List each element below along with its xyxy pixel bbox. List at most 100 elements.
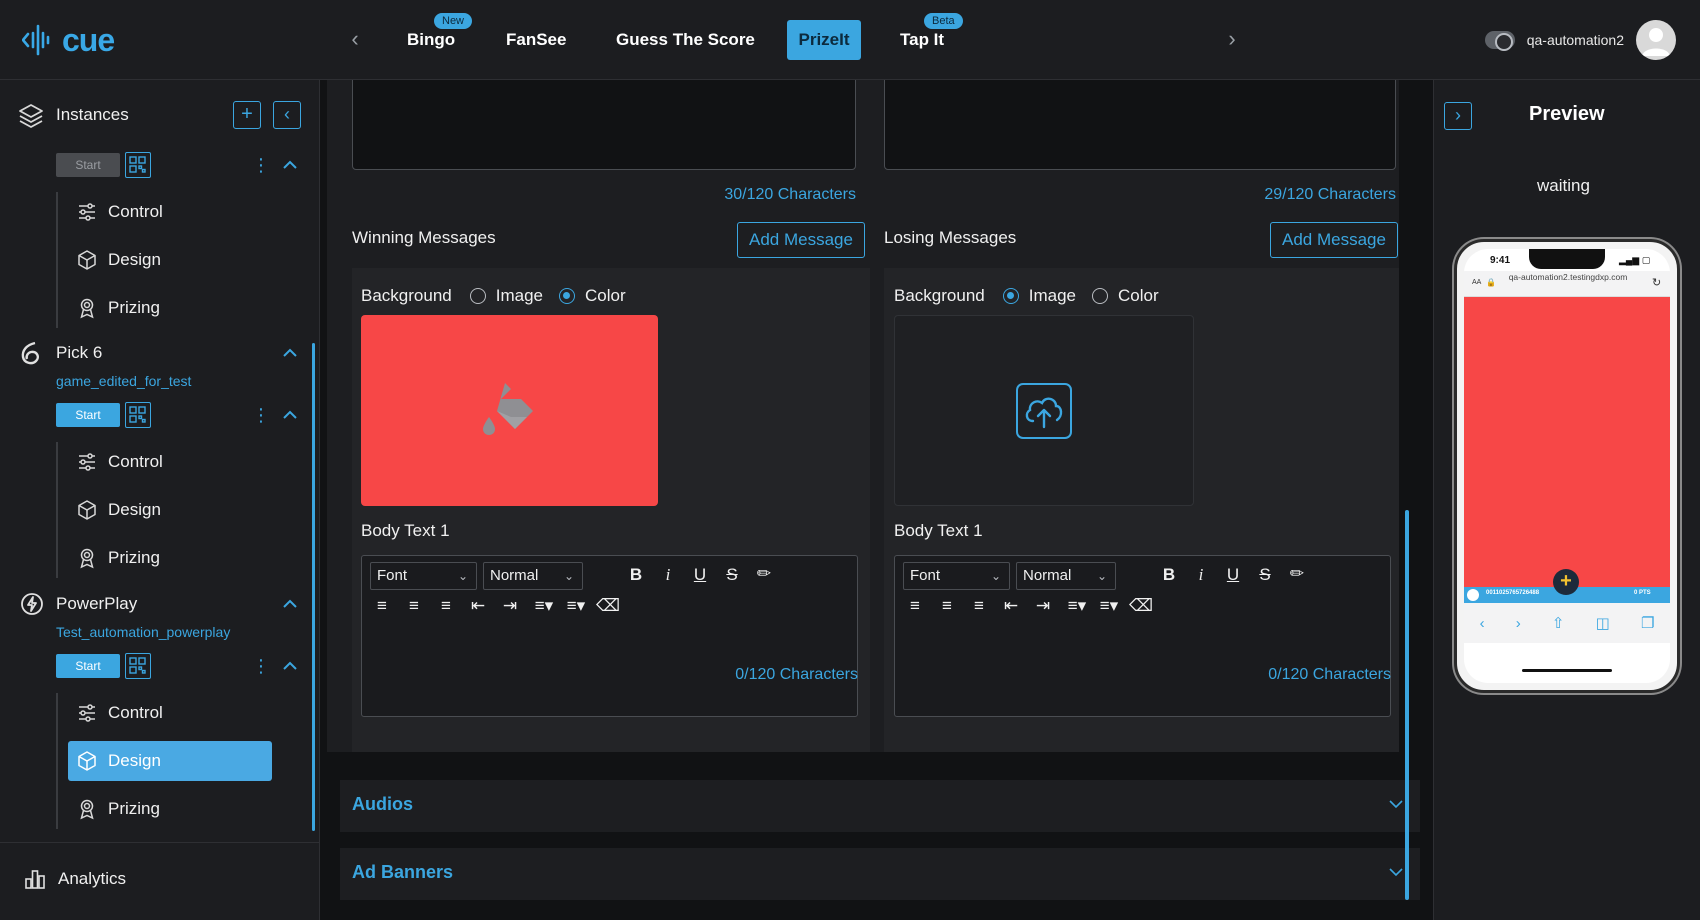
align-center-icon[interactable]: ≡ (402, 596, 426, 616)
phone-plus-button[interactable]: + (1553, 569, 1579, 595)
start-button-disabled[interactable]: Start (56, 153, 120, 177)
menu-design-1[interactable]: Design (68, 240, 272, 280)
underline-icon[interactable]: U (688, 565, 712, 585)
align-left-icon[interactable]: ≡ (903, 596, 927, 616)
size-select[interactable]: Normal ⌄ (483, 562, 583, 590)
tab-tap-it[interactable]: Beta Tap It (886, 13, 963, 60)
background-color-swatch[interactable] (361, 315, 658, 506)
color-radio[interactable] (1091, 288, 1108, 304)
sidebar-scrollbar[interactable] (312, 343, 315, 831)
font-select[interactable]: Font ⌄ (903, 562, 1010, 590)
underline-icon[interactable]: U (1221, 565, 1245, 585)
image-radio[interactable] (469, 288, 486, 304)
tab-bingo[interactable]: New Bingo (393, 13, 473, 60)
menu-prizing-3[interactable]: Prizing (68, 789, 272, 829)
align-center-icon[interactable]: ≡ (935, 596, 959, 616)
menu-label: Prizing (108, 298, 160, 317)
image-upload-area[interactable] (894, 315, 1194, 506)
image-radio[interactable] (1002, 288, 1019, 304)
pick6-icon (21, 341, 39, 365)
color-radio[interactable] (558, 288, 575, 304)
ordered-list-icon[interactable]: ≡▾ (532, 596, 556, 616)
chevron-up-icon[interactable] (280, 405, 300, 425)
chevron-up-icon[interactable] (280, 594, 300, 614)
qr-code-button[interactable] (125, 402, 151, 428)
strikethrough-icon[interactable]: S (720, 565, 744, 585)
bullet-list-icon[interactable]: ≡▾ (1097, 596, 1121, 616)
ad-banners-accordion[interactable]: Ad Banners (340, 848, 1420, 900)
ordered-list-icon[interactable]: ≡▾ (1065, 596, 1089, 616)
user-icon (1642, 28, 1670, 56)
audios-accordion[interactable]: Audios (340, 780, 1420, 832)
italic-icon[interactable]: i (656, 565, 680, 585)
chevron-up-icon[interactable] (280, 656, 300, 676)
analytics-label: Analytics (58, 869, 127, 888)
menu-label: Control (108, 452, 163, 471)
nav-next-arrow[interactable]: › (1218, 26, 1246, 54)
menu-prizing-2[interactable]: Prizing (68, 538, 272, 578)
strikethrough-icon[interactable]: S (1253, 565, 1277, 585)
collapse-sidebar-button[interactable]: ‹ (273, 101, 301, 129)
chevron-up-icon[interactable] (280, 155, 300, 175)
align-right-icon[interactable]: ≡ (967, 596, 991, 616)
italic-icon[interactable]: i (1189, 565, 1213, 585)
add-instance-button[interactable]: + (233, 101, 261, 129)
start-button[interactable]: Start (56, 403, 120, 427)
char-count: 30/120 Characters (724, 186, 856, 203)
start-button[interactable]: Start (56, 654, 120, 678)
avatar[interactable] (1636, 20, 1676, 60)
tab-prizeit[interactable]: PrizeIt (787, 20, 861, 60)
menu-control-2[interactable]: Control (68, 442, 272, 482)
analytics-nav-item[interactable]: Analytics (24, 868, 126, 890)
size-select[interactable]: Normal ⌄ (1016, 562, 1116, 590)
bold-icon[interactable]: B (624, 565, 648, 585)
tree-line (56, 192, 58, 328)
outdent-icon[interactable]: ⇤ (999, 596, 1023, 616)
indent-icon[interactable]: ⇥ (498, 596, 522, 616)
game-powerplay-header[interactable]: PowerPlay (20, 592, 137, 616)
chevron-down-icon: ⌄ (457, 569, 468, 583)
add-losing-message-button[interactable]: Add Message (1270, 222, 1398, 258)
logo-text: cue (62, 21, 115, 58)
bold-icon[interactable]: B (1157, 565, 1181, 585)
outdent-icon[interactable]: ⇤ (466, 596, 490, 616)
clear-format-icon[interactable]: ⌫ (1129, 596, 1153, 616)
tab-guess-the-score[interactable]: Guess The Score (602, 20, 769, 60)
menu-control-3[interactable]: Control (68, 693, 272, 733)
menu-control-1[interactable]: Control (68, 192, 272, 232)
winning-body-text-editor[interactable]: Font ⌄ Normal ⌄ B i U S ✏ ≡ ≡ ≡ ⇤ ⇥ ≡▾ ≡▾ … (361, 555, 858, 717)
instance-name[interactable]: game_edited_for_test (56, 373, 191, 389)
chevron-up-icon[interactable] (280, 343, 300, 363)
qr-code-button[interactable] (125, 653, 151, 679)
game-pick6-header[interactable]: Pick 6 (18, 340, 102, 366)
tab-fansee[interactable]: FanSee (492, 20, 580, 60)
nav-prev-arrow[interactable]: ‹ (341, 26, 369, 54)
bullet-list-icon[interactable]: ≡▾ (564, 596, 588, 616)
instance-name[interactable]: Test_automation_powerplay (56, 624, 230, 640)
highlighter-icon[interactable]: ✏ (1285, 564, 1309, 584)
theme-toggle[interactable] (1484, 31, 1515, 51)
font-select[interactable]: Font ⌄ (370, 562, 477, 590)
menu-design-2[interactable]: Design (68, 490, 272, 530)
message-preview-right[interactable]: message (884, 80, 1396, 170)
losing-body-text-editor[interactable]: Font ⌄ Normal ⌄ B i U S ✏ ≡ ≡ ≡ ⇤ ⇥ ≡▾ ≡▾ … (894, 555, 1391, 717)
align-right-icon[interactable]: ≡ (434, 596, 458, 616)
qr-code-button[interactable] (125, 152, 151, 178)
indent-icon[interactable]: ⇥ (1031, 596, 1055, 616)
expand-preview-button[interactable]: › (1444, 102, 1472, 130)
tree-line (56, 693, 58, 829)
menu-prizing-1[interactable]: Prizing (68, 288, 272, 328)
message-heading: message (353, 80, 855, 82)
more-options-icon[interactable]: ⋮ (252, 406, 270, 424)
chevron-down-icon (1389, 800, 1403, 809)
cue-logo[interactable]: cue (22, 21, 115, 58)
more-options-icon[interactable]: ⋮ (252, 657, 270, 675)
menu-design-3[interactable]: Design (68, 741, 272, 781)
main-scrollbar[interactable] (1405, 510, 1409, 900)
message-preview-left[interactable]: message (352, 80, 856, 170)
more-options-icon[interactable]: ⋮ (252, 156, 270, 174)
align-left-icon[interactable]: ≡ (370, 596, 394, 616)
clear-format-icon[interactable]: ⌫ (596, 596, 620, 616)
highlighter-icon[interactable]: ✏ (752, 564, 776, 584)
add-winning-message-button[interactable]: Add Message (737, 222, 865, 258)
